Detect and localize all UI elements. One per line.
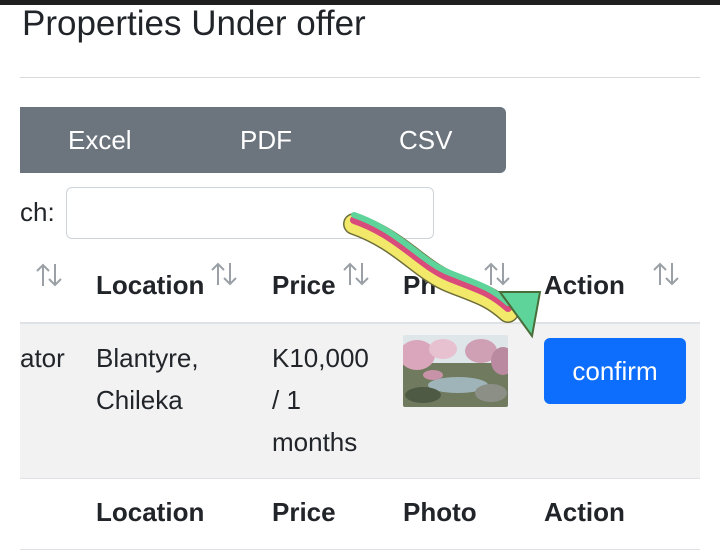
price-column-header[interactable]: Price bbox=[272, 270, 336, 301]
confirm-button[interactable]: confirm bbox=[544, 338, 686, 404]
price-column-footer: Price bbox=[272, 497, 336, 527]
location-column-footer: Location bbox=[96, 497, 205, 527]
action-column-footer: Action bbox=[544, 497, 625, 527]
location-column-header[interactable]: Location bbox=[96, 270, 204, 301]
price-line: months bbox=[272, 427, 358, 457]
row-divider bbox=[20, 478, 700, 479]
excel-export-button[interactable]: Excel bbox=[68, 107, 132, 173]
search-label: ch: bbox=[20, 197, 55, 227]
pdf-export-button[interactable]: PDF bbox=[240, 107, 292, 173]
table-cell-location: Blantyre, Chileka bbox=[96, 337, 199, 421]
annotation-arrow bbox=[343, 212, 542, 339]
location-line: Chileka bbox=[96, 385, 183, 415]
footer-divider bbox=[20, 549, 700, 550]
sort-icon[interactable] bbox=[651, 259, 681, 289]
csv-export-button[interactable]: CSV bbox=[399, 107, 452, 173]
export-button-group: Excel PDF CSV bbox=[20, 107, 506, 173]
location-line: Blantyre, bbox=[96, 343, 199, 373]
page-title: Properties Under offer bbox=[22, 4, 366, 43]
sort-icon[interactable] bbox=[209, 259, 239, 289]
title-divider bbox=[20, 77, 700, 78]
price-line: / 1 bbox=[272, 385, 301, 415]
table-cell-price: K10,000 / 1 months bbox=[272, 337, 369, 463]
sort-icon[interactable] bbox=[34, 260, 64, 290]
photo-column-footer: Photo bbox=[403, 497, 477, 527]
table-cell-truncated: ator bbox=[20, 343, 65, 373]
